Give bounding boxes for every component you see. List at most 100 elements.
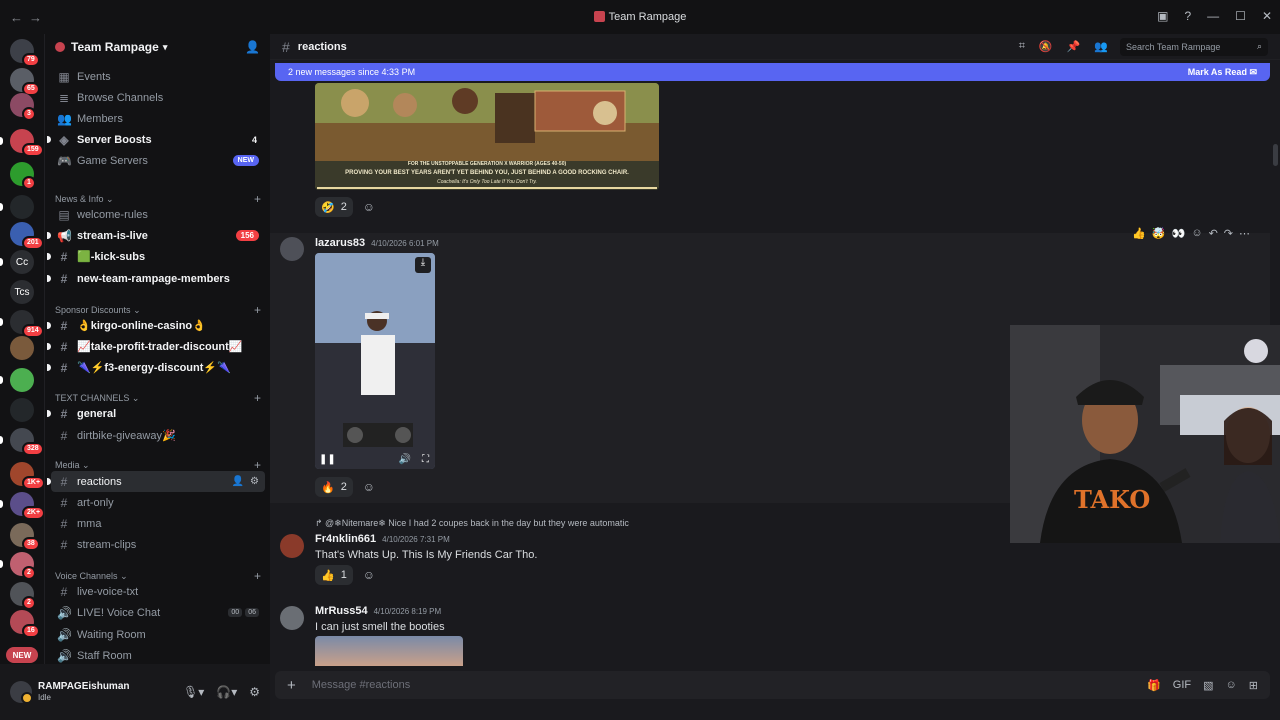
forward-icon[interactable]: ↷ [1224, 227, 1233, 240]
reaction-pill[interactable]: 👍 1 [315, 565, 353, 585]
gift-icon[interactable]: 🎁 [1147, 679, 1161, 692]
server-icon[interactable] [10, 398, 34, 422]
channel-new-members[interactable]: # new-team-rampage-members [47, 268, 265, 289]
mark-as-read-button[interactable]: Mark As Read ✉ [1188, 67, 1257, 78]
minimize-button[interactable]: — [1207, 9, 1219, 23]
mention-badge: 3 [22, 107, 36, 121]
category-media[interactable]: Media ⌄ + [55, 458, 261, 472]
message-composer[interactable]: + Message #reactions 🎁 GIF ▧ ☺ ⊞ [275, 671, 1270, 699]
server-icon[interactable] [10, 195, 34, 219]
maximize-button[interactable]: ☐ [1235, 9, 1246, 23]
add-reaction-icon[interactable]: ☺ [1191, 227, 1202, 240]
channel-f3-energy[interactable]: # 🌂⚡f3-energy-discount⚡🌂 [47, 357, 265, 378]
microphone-icon[interactable]: 🎙▾ [183, 685, 204, 699]
channel-take-profit[interactable]: # 📈take-profit-trader-discount📈 [47, 336, 265, 357]
invite-icon[interactable]: 👤 [232, 476, 244, 487]
message-author[interactable]: Fr4nklin661 [315, 533, 376, 545]
scrollbar[interactable] [1273, 144, 1278, 166]
chevron-down-icon: ⌄ [131, 392, 140, 403]
apps-icon[interactable]: ⊞ [1249, 679, 1258, 692]
avatar[interactable] [280, 534, 304, 558]
server-icon[interactable] [10, 336, 34, 360]
megaphone-icon: 📢 [57, 228, 72, 243]
video-attachment[interactable]: ⤓ ❚❚ 🔊 ⛶ [315, 253, 435, 469]
download-icon[interactable]: ⤓ [415, 257, 431, 273]
headphones-icon[interactable]: 🎧▾ [216, 685, 237, 699]
gear-icon[interactable]: ⚙ [250, 476, 259, 487]
video-frame [315, 253, 435, 469]
message-input[interactable]: Message #reactions [312, 679, 410, 691]
hash-icon: # [60, 516, 68, 531]
sidebar-item-server-boosts[interactable]: ◈ Server Boosts 4 [47, 129, 265, 150]
quick-reaction-eyes[interactable]: 👀 [1172, 227, 1186, 240]
new-messages-bar[interactable]: 2 new messages since 4:33 PM Mark As Rea… [275, 63, 1270, 81]
add-attachment-icon[interactable]: + [287, 677, 296, 694]
add-channel-icon[interactable]: + [254, 458, 261, 472]
reply-icon[interactable]: ↶ [1209, 227, 1218, 240]
reaction-pill[interactable]: 🔥 2 [315, 477, 353, 497]
channel-reactions[interactable]: # reactions 👤 ⚙ [47, 471, 265, 492]
reaction-count: 2 [340, 201, 347, 213]
server-icon[interactable] [10, 368, 34, 392]
notifications-muted-icon[interactable]: 🔕 [1039, 40, 1053, 53]
help-icon[interactable]: ? [1184, 9, 1191, 23]
play-pause-button[interactable]: ❚❚ [319, 454, 336, 465]
sidebar-item-events[interactable]: ▦ Events [51, 66, 265, 87]
invite-icon[interactable]: 👤 [245, 40, 260, 54]
pin-icon[interactable]: 📌 [1067, 40, 1081, 53]
member-list-icon[interactable]: 👥 [1094, 40, 1108, 53]
sidebar-item-members[interactable]: 👥 Members [51, 108, 265, 129]
voice-user-count: 00 [228, 608, 243, 617]
hash-icon: # [60, 537, 68, 552]
channel-general[interactable]: # general [47, 403, 265, 424]
volume-icon[interactable]: 🔊 [399, 454, 411, 465]
voice-channel-staff-room[interactable]: 🔊 Staff Room [51, 645, 265, 666]
quick-reaction-thumbsup[interactable]: 👍 [1132, 227, 1146, 240]
voice-channel-waiting-room[interactable]: 🔊 Waiting Room [51, 624, 265, 645]
add-reaction-icon[interactable]: ☺ [359, 197, 379, 217]
hash-icon: # [60, 318, 68, 333]
more-icon[interactable]: ⋯ [1239, 227, 1250, 240]
message-author[interactable]: MrRuss54 [315, 605, 368, 617]
threads-icon[interactable]: ⌗ [1019, 40, 1025, 53]
avatar[interactable] [280, 606, 304, 630]
channel-welcome-rules[interactable]: ▤ welcome-rules [51, 204, 265, 225]
voice-channel-live[interactable]: 🔊 LIVE! Voice Chat 00 06 [51, 602, 265, 623]
unread-indicator [0, 318, 3, 326]
add-reaction-icon[interactable]: ☺ [359, 477, 379, 497]
emoji-icon[interactable]: ☺ [1226, 679, 1237, 692]
quick-reaction-mindblown[interactable]: 🤯 [1152, 227, 1166, 240]
close-button[interactable]: ✕ [1262, 9, 1272, 23]
channel-stream-clips[interactable]: # stream-clips [51, 534, 265, 555]
avatar[interactable] [280, 237, 304, 261]
channel-dirtbike-giveaway[interactable]: # dirtbike-giveaway🎉 [51, 425, 265, 446]
avatar[interactable] [10, 681, 33, 704]
channel-kirgo[interactable]: # 👌kirgo-online-casino👌 [47, 315, 265, 336]
channel-stream-is-live[interactable]: 📢 stream-is-live 156 [47, 225, 265, 246]
add-reaction-icon[interactable]: ☺ [359, 565, 379, 585]
server-icon[interactable]: Cc [10, 250, 34, 274]
channel-live-voice-txt[interactable]: # live-voice-txt [51, 581, 265, 602]
search-input[interactable]: Search Team Rampage ⌕ [1120, 37, 1268, 56]
sidebar-item-game-servers[interactable]: 🎮 Game Servers NEW [51, 150, 265, 171]
new-servers-button[interactable]: NEW [6, 647, 38, 663]
channel-kick-subs[interactable]: # 🟩-kick-subs [47, 246, 265, 267]
gif-icon[interactable]: GIF [1173, 679, 1191, 692]
sticker-icon[interactable]: ▧ [1203, 679, 1213, 692]
image-attachment[interactable] [315, 636, 463, 666]
inbox-icon[interactable]: ▣ [1157, 9, 1168, 23]
reply-preview[interactable]: ↱ @❄Nitemare❄ Nice I had 2 coupes back i… [315, 518, 629, 529]
fullscreen-icon[interactable]: ⛶ [422, 454, 429, 465]
message-author[interactable]: lazarus83 [315, 237, 365, 249]
channel-mma[interactable]: # mma [51, 513, 265, 534]
message: FOR THE UNSTOPPABLE GENERATION X WARRIOR… [270, 83, 1270, 223]
channel-name: reactions [297, 40, 347, 53]
reply-author: @❄Nitemare❄ [325, 518, 386, 528]
poster-image[interactable]: FOR THE UNSTOPPABLE GENERATION X WARRIOR… [315, 83, 659, 190]
server-icon[interactable]: Tcs [10, 280, 34, 304]
channel-art-only[interactable]: # art-only [51, 492, 265, 513]
server-header[interactable]: Team Rampage ▾ 👤 [45, 34, 270, 60]
sidebar-item-browse-channels[interactable]: ≣ Browse Channels [51, 87, 265, 108]
reaction-pill[interactable]: 🤣 2 [315, 197, 353, 217]
gear-icon[interactable]: ⚙ [249, 685, 260, 699]
